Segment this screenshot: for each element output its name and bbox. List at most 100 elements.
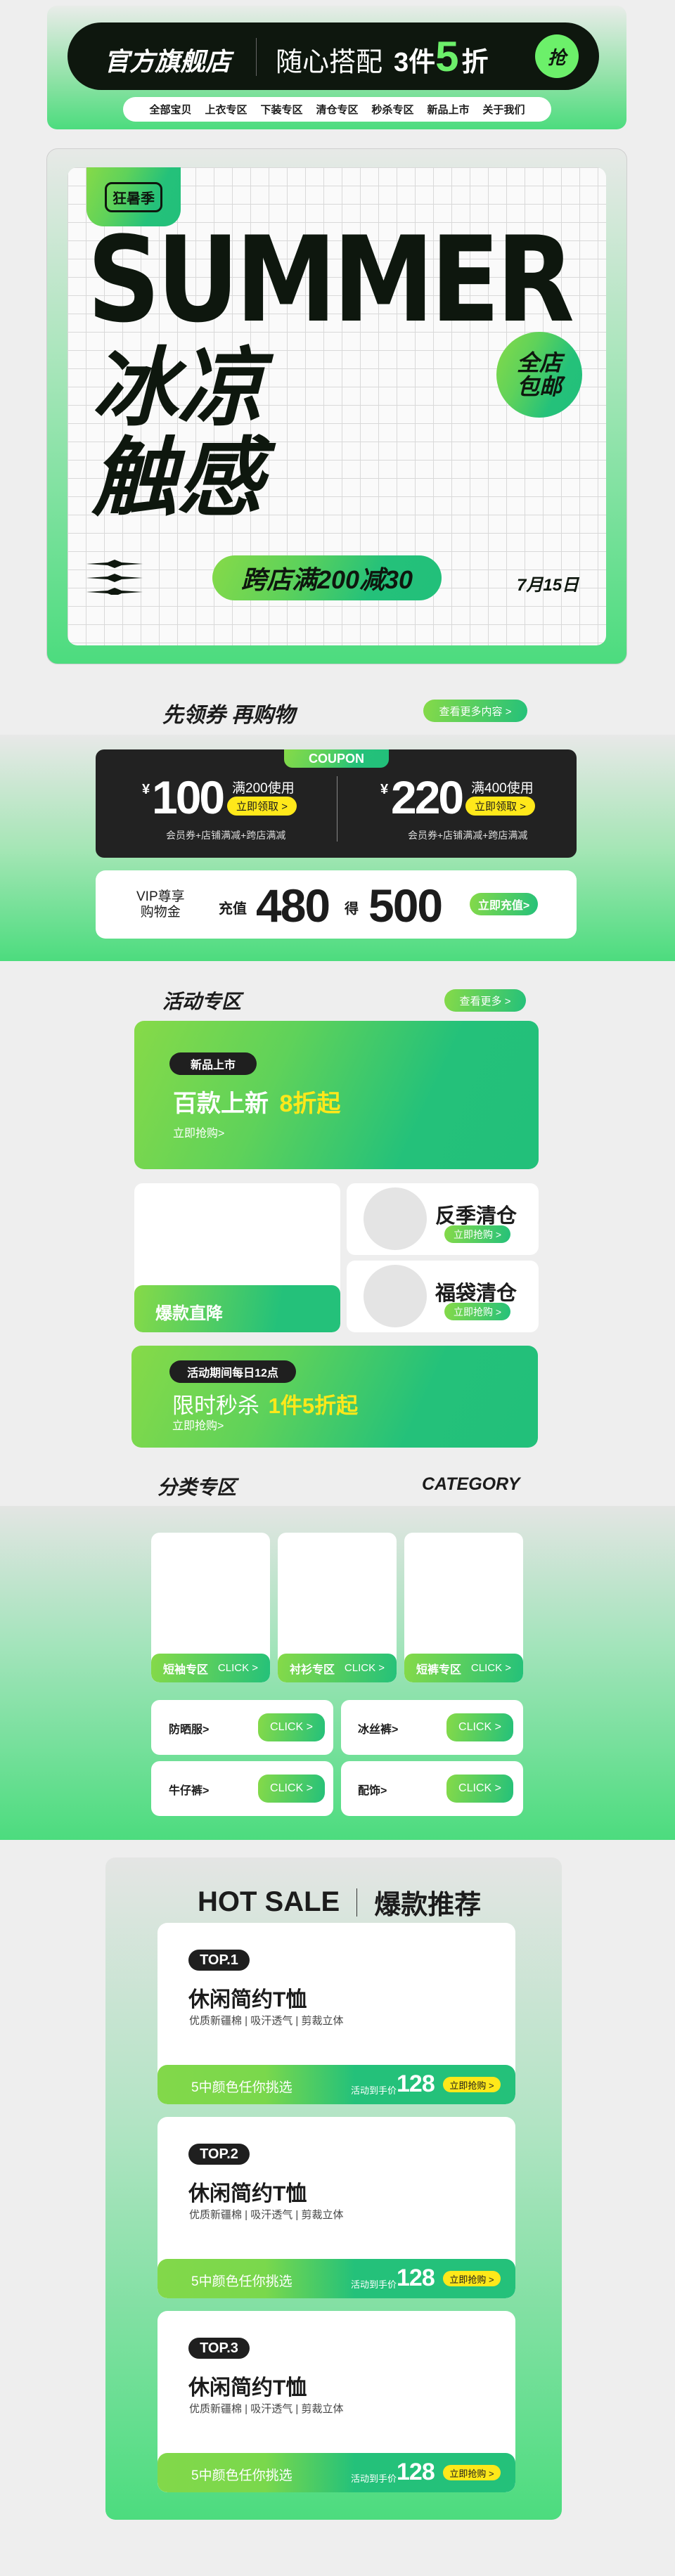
free-shipping-badge: 全店 包邮 (496, 332, 582, 418)
claim-coupon-button[interactable]: 立即领取 > (465, 797, 535, 816)
product-features: 优质新疆棉 | 吸汗透气 | 剪裁立体 (189, 2209, 344, 2221)
subcategory-click-button[interactable]: CLICK > (446, 1775, 513, 1803)
subcategory-label: 防晒服> (169, 1724, 210, 1736)
coupon-heading: 先领券 再购物 (162, 704, 295, 727)
hot-drop-card[interactable]: 爆款直降 (134, 1183, 340, 1332)
coupon-amount: 220 (391, 771, 464, 823)
product-colors: 5中颜色任你挑选 (191, 2080, 292, 2095)
subcategory-ice-silk-pants[interactable]: 冰丝裤> CLICK > (341, 1700, 523, 1755)
vip-card: VIP尊享 购物金 充值 480 得 500 立即充值> (96, 870, 577, 939)
nav-item-tops[interactable]: 上衣专区 (205, 102, 247, 117)
price-label: 活动到手价 (351, 2085, 397, 2096)
coupon-currency: ¥ (380, 782, 389, 797)
clearance-buy-button[interactable]: 立即抢购 > (444, 1303, 510, 1320)
new-arrival-title: 百款上新 8折起 (173, 1084, 340, 1119)
hot-drop-label: 爆款直降 (155, 1304, 223, 1323)
season-badge-label: 狂暑季 (105, 181, 162, 212)
event-date: 7月15日 (517, 576, 579, 595)
category-card-click: CLICK > (217, 1662, 259, 1674)
vip-label-line1: VIP尊享 (136, 889, 185, 904)
product-price-bar: 5中颜色任你挑选 活动到手价 128 立即抢购 > (158, 2065, 515, 2104)
hero-title: SUMMER (87, 211, 574, 349)
promo-text-label: 随心搭配 (276, 48, 383, 77)
flash-sale-title: 限时秒杀 1件5折起 (172, 1388, 358, 1419)
subcategory-sun-protection[interactable]: 防晒服> CLICK > (151, 1700, 333, 1755)
free-shipping-line2: 包邮 (516, 374, 562, 399)
clearance-title: 反季清仓 (435, 1205, 518, 1228)
claim-coupon-button[interactable]: 立即领取 > (227, 797, 297, 816)
vip-bonus-value: 500 (368, 880, 443, 932)
category-card-shorts[interactable]: 短裤专区 CLICK > (404, 1533, 523, 1682)
subcategory-click-button[interactable]: CLICK > (446, 1713, 513, 1741)
hero-line1: 冰凉 (91, 340, 263, 436)
hot-drop-bar: 爆款直降 (134, 1285, 340, 1332)
subcategory-accessories[interactable]: 配饰> CLICK > (341, 1761, 523, 1816)
product-name: 休闲简约T恤 (188, 2376, 307, 2400)
category-heading: 分类专区 (158, 1476, 237, 1498)
product-name: 休闲简约T恤 (188, 2182, 307, 2205)
subcategory-jeans[interactable]: 牛仔裤> CLICK > (151, 1761, 333, 1816)
subcategory-click-button[interactable]: CLICK > (258, 1775, 325, 1803)
new-arrival-card[interactable]: 新品上市 百款上新 8折起 立即抢购> (134, 1021, 539, 1169)
nav-item-clearance[interactable]: 清仓专区 (316, 102, 358, 117)
flash-sale-card[interactable]: 活动期间每日12点 限时秒杀 1件5折起 立即抢购> (131, 1346, 538, 1448)
category-card-label: 衬衫专区 (289, 1663, 335, 1676)
promo-text: 随心搭配 3件 5 折 (276, 36, 489, 79)
buy-now-button[interactable]: 立即抢购 > (443, 2077, 501, 2092)
nav-item-all[interactable]: 全部宝贝 (149, 102, 191, 117)
new-arrival-highlight: 8折起 (279, 1090, 341, 1117)
clearance-card-lucky-bag[interactable]: 福袋清仓 立即抢购 > (347, 1261, 539, 1332)
category-card-shirts[interactable]: 衬衫专区 CLICK > (278, 1533, 397, 1682)
product-price: 128 (397, 2071, 435, 2097)
product-name: 休闲简约T恤 (188, 1988, 307, 2011)
clearance-buy-button[interactable]: 立即抢购 > (444, 1225, 510, 1243)
grab-button[interactable]: 抢 (535, 34, 579, 78)
promo-bar: 官方旗舰店 随心搭配 3件 5 折 抢 (68, 22, 599, 90)
vip-recharge-button[interactable]: 立即充值> (470, 893, 538, 915)
nav-item-flash-sale[interactable]: 秒杀专区 (371, 102, 413, 117)
product-price-bar: 5中颜色任你挑选 活动到手价 128 立即抢购 > (158, 2453, 515, 2492)
category-card-short-sleeve[interactable]: 短袖专区 CLICK > (151, 1533, 270, 1682)
category-card-bar: 短裤专区 CLICK > (404, 1654, 523, 1682)
flash-sale-link[interactable]: 立即抢购> (172, 1416, 224, 1433)
clearance-card-offseason[interactable]: 反季清仓 立即抢购 > (347, 1183, 539, 1255)
free-shipping-line1: 全店 (516, 350, 562, 375)
product-price: 128 (397, 2459, 435, 2485)
product-card-top1[interactable]: TOP.1 休闲简约T恤 优质新疆棉 | 吸汗透气 | 剪裁立体 5中颜色任你挑… (158, 1923, 515, 2104)
vip-label: VIP尊享 购物金 (136, 889, 185, 920)
coupon-note: 会员券+店铺满减+跨店满减 (408, 830, 528, 841)
product-image-placeholder (364, 1265, 427, 1327)
hot-sale-title-en: HOT SALE (198, 1886, 340, 1917)
product-image-placeholder (364, 1187, 427, 1250)
nav-item-new[interactable]: 新品上市 (427, 102, 469, 117)
rank-badge: TOP.2 (188, 2144, 250, 2165)
hero-grid-panel: 狂暑季 SUMMER 冰凉 触感 全店 包邮 跨店满200减30 7月15日 (68, 167, 606, 645)
promo-count: 3件 (394, 48, 436, 77)
vip-recharge-amount: 480 (256, 880, 330, 932)
buy-now-button[interactable]: 立即抢购 > (443, 2465, 501, 2480)
product-price: 128 (397, 2265, 435, 2291)
subcategory-click-button[interactable]: CLICK > (258, 1713, 325, 1741)
flash-sale-highlight: 1件5折起 (268, 1393, 359, 1418)
coupon-condition: 满200使用 (232, 781, 295, 796)
product-features: 优质新疆棉 | 吸汗透气 | 剪裁立体 (189, 2403, 344, 2415)
coupon-more-button[interactable]: 查看更多内容 > (423, 700, 527, 722)
buy-now-button[interactable]: 立即抢购 > (443, 2271, 501, 2286)
category-card-click: CLICK > (470, 1662, 512, 1674)
coupon-item-220: ¥ 220 满400使用 立即领取 > 会员券+店铺满减+跨店满减 (336, 749, 577, 858)
product-card-top3[interactable]: TOP.3 休闲简约T恤 优质新疆棉 | 吸汗透气 | 剪裁立体 5中颜色任你挑… (158, 2311, 515, 2492)
coupon-amount: 100 (152, 771, 225, 823)
store-name: 官方旗舰店 (104, 47, 231, 76)
activity-more-button[interactable]: 查看更多 > (444, 989, 526, 1012)
nav-item-bottoms[interactable]: 下装专区 (260, 102, 302, 117)
product-card-top2[interactable]: TOP.2 休闲简约T恤 优质新疆棉 | 吸汗透气 | 剪裁立体 5中颜色任你挑… (158, 2117, 515, 2298)
flash-sale-title-text: 限时秒杀 (172, 1393, 259, 1418)
cross-store-promo[interactable]: 跨店满200减30 (212, 555, 442, 600)
new-arrival-title-text: 百款上新 (173, 1090, 269, 1117)
nav-item-about[interactable]: 关于我们 (482, 102, 525, 117)
flash-sale-tag: 活动期间每日12点 (169, 1360, 296, 1383)
sparkle-icon (86, 560, 143, 596)
new-arrival-link[interactable]: 立即抢购> (173, 1123, 224, 1140)
activity-heading: 活动专区 (162, 991, 242, 1012)
rank-badge: TOP.1 (188, 1950, 250, 1971)
